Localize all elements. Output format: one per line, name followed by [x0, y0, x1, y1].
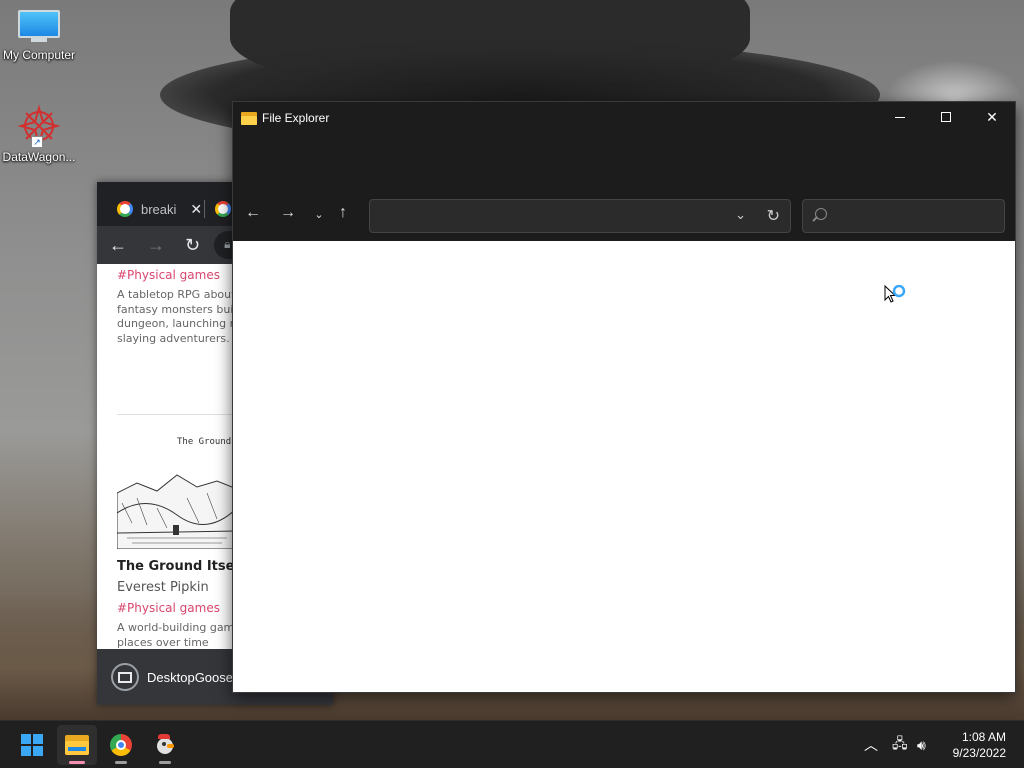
file-explorer-icon [65, 735, 89, 755]
close-icon: ✕ [986, 108, 998, 125]
taskbar-chrome[interactable] [101, 725, 141, 765]
forward-button[interactable]: → [276, 204, 300, 222]
running-indicator [159, 761, 171, 764]
back-button[interactable]: ← [241, 204, 265, 222]
desktop-icon-label: DataWagon... [2, 150, 76, 164]
desktop-goose-icon [154, 734, 176, 756]
show-hidden-icons-chevron-icon[interactable]: ︿ [864, 721, 878, 768]
recent-locations-chevron-icon[interactable]: ⌄ [307, 208, 331, 221]
item-description: A world-building game places over time [117, 621, 242, 649]
command-bar [233, 134, 1015, 192]
refresh-icon[interactable]: ↻ [767, 206, 780, 226]
datawagon-icon: ↗ [17, 104, 61, 148]
network-icon[interactable]: 🖧︎ [892, 721, 908, 768]
monitor-icon [18, 10, 60, 42]
game-thumbnail[interactable]: The Ground [117, 435, 237, 549]
taskbar-file-explorer[interactable] [57, 725, 97, 765]
download-file-icon [111, 663, 139, 691]
back-arrow-icon[interactable]: ← [109, 235, 127, 256]
address-bar[interactable]: ⌄ ↻ [369, 199, 791, 233]
close-button[interactable]: ✕ [969, 102, 1015, 132]
lock-icon: 🔒︎ [224, 237, 231, 251]
google-icon [117, 201, 133, 217]
forward-arrow-icon[interactable]: → [147, 235, 165, 256]
start-button[interactable] [12, 725, 52, 765]
mountain-sketch [117, 474, 237, 549]
busy-cursor-icon [884, 285, 906, 303]
up-button[interactable]: ↑ [331, 204, 355, 222]
clock-time: 1:08 AM [961, 730, 1006, 744]
clock-date: 9/23/2022 [952, 746, 1006, 760]
maximize-icon [941, 112, 951, 122]
desktop-icon-label: My Computer [2, 48, 76, 62]
start-icon [21, 734, 43, 756]
navigation-bar: ← → ⌄ ↑ ⌄ ↻ [233, 192, 1015, 240]
chrome-tab[interactable]: breaki ✕ [117, 194, 202, 224]
minimize-icon [895, 116, 905, 118]
chevron-down-icon[interactable]: ⌄ [735, 207, 746, 223]
window-title: File Explorer [262, 111, 330, 125]
desktop-icon-datawagon[interactable]: ↗ DataWagon... [0, 100, 78, 164]
file-list-area[interactable] [233, 241, 1015, 692]
taskbar: ︿ 🖧︎ 🔊︎ 1:08 AM 9/23/2022 [0, 720, 1024, 768]
search-icon [815, 208, 827, 220]
running-indicator [115, 761, 127, 764]
search-input[interactable] [802, 199, 1005, 233]
tab-title: breaki [141, 201, 177, 217]
chrome-tab[interactable] [215, 194, 231, 224]
window-controls: ✕ [877, 102, 1015, 132]
desktop-icon-my-computer[interactable]: My Computer [0, 0, 78, 62]
tab-separator [204, 200, 205, 218]
active-indicator [69, 761, 85, 764]
system-clock[interactable]: 1:08 AM 9/23/2022 [953, 729, 1006, 761]
divider [117, 414, 237, 415]
reload-icon[interactable]: ↻ [185, 235, 200, 256]
maximize-button[interactable] [923, 102, 969, 132]
title-bar[interactable]: File Explorer ✕ [233, 102, 1015, 134]
volume-icon[interactable]: 🔊︎ [917, 721, 926, 768]
google-icon [215, 201, 231, 217]
folder-icon [241, 111, 257, 125]
item-description: A tabletop RPG about fantasy monsters bu… [117, 288, 244, 345]
taskbar-desktop-goose[interactable] [145, 725, 185, 765]
file-explorer-window[interactable]: File Explorer ✕ ← → ⌄ ↑ ⌄ ↻ [232, 101, 1016, 693]
shortcut-arrow-icon: ↗ [31, 136, 43, 148]
chrome-icon [110, 734, 132, 756]
minimize-button[interactable] [877, 102, 923, 132]
close-tab-icon[interactable]: ✕ [190, 201, 202, 218]
download-item-label[interactable]: DesktopGoose [147, 670, 233, 685]
thumbnail-caption: The Ground [177, 437, 232, 447]
